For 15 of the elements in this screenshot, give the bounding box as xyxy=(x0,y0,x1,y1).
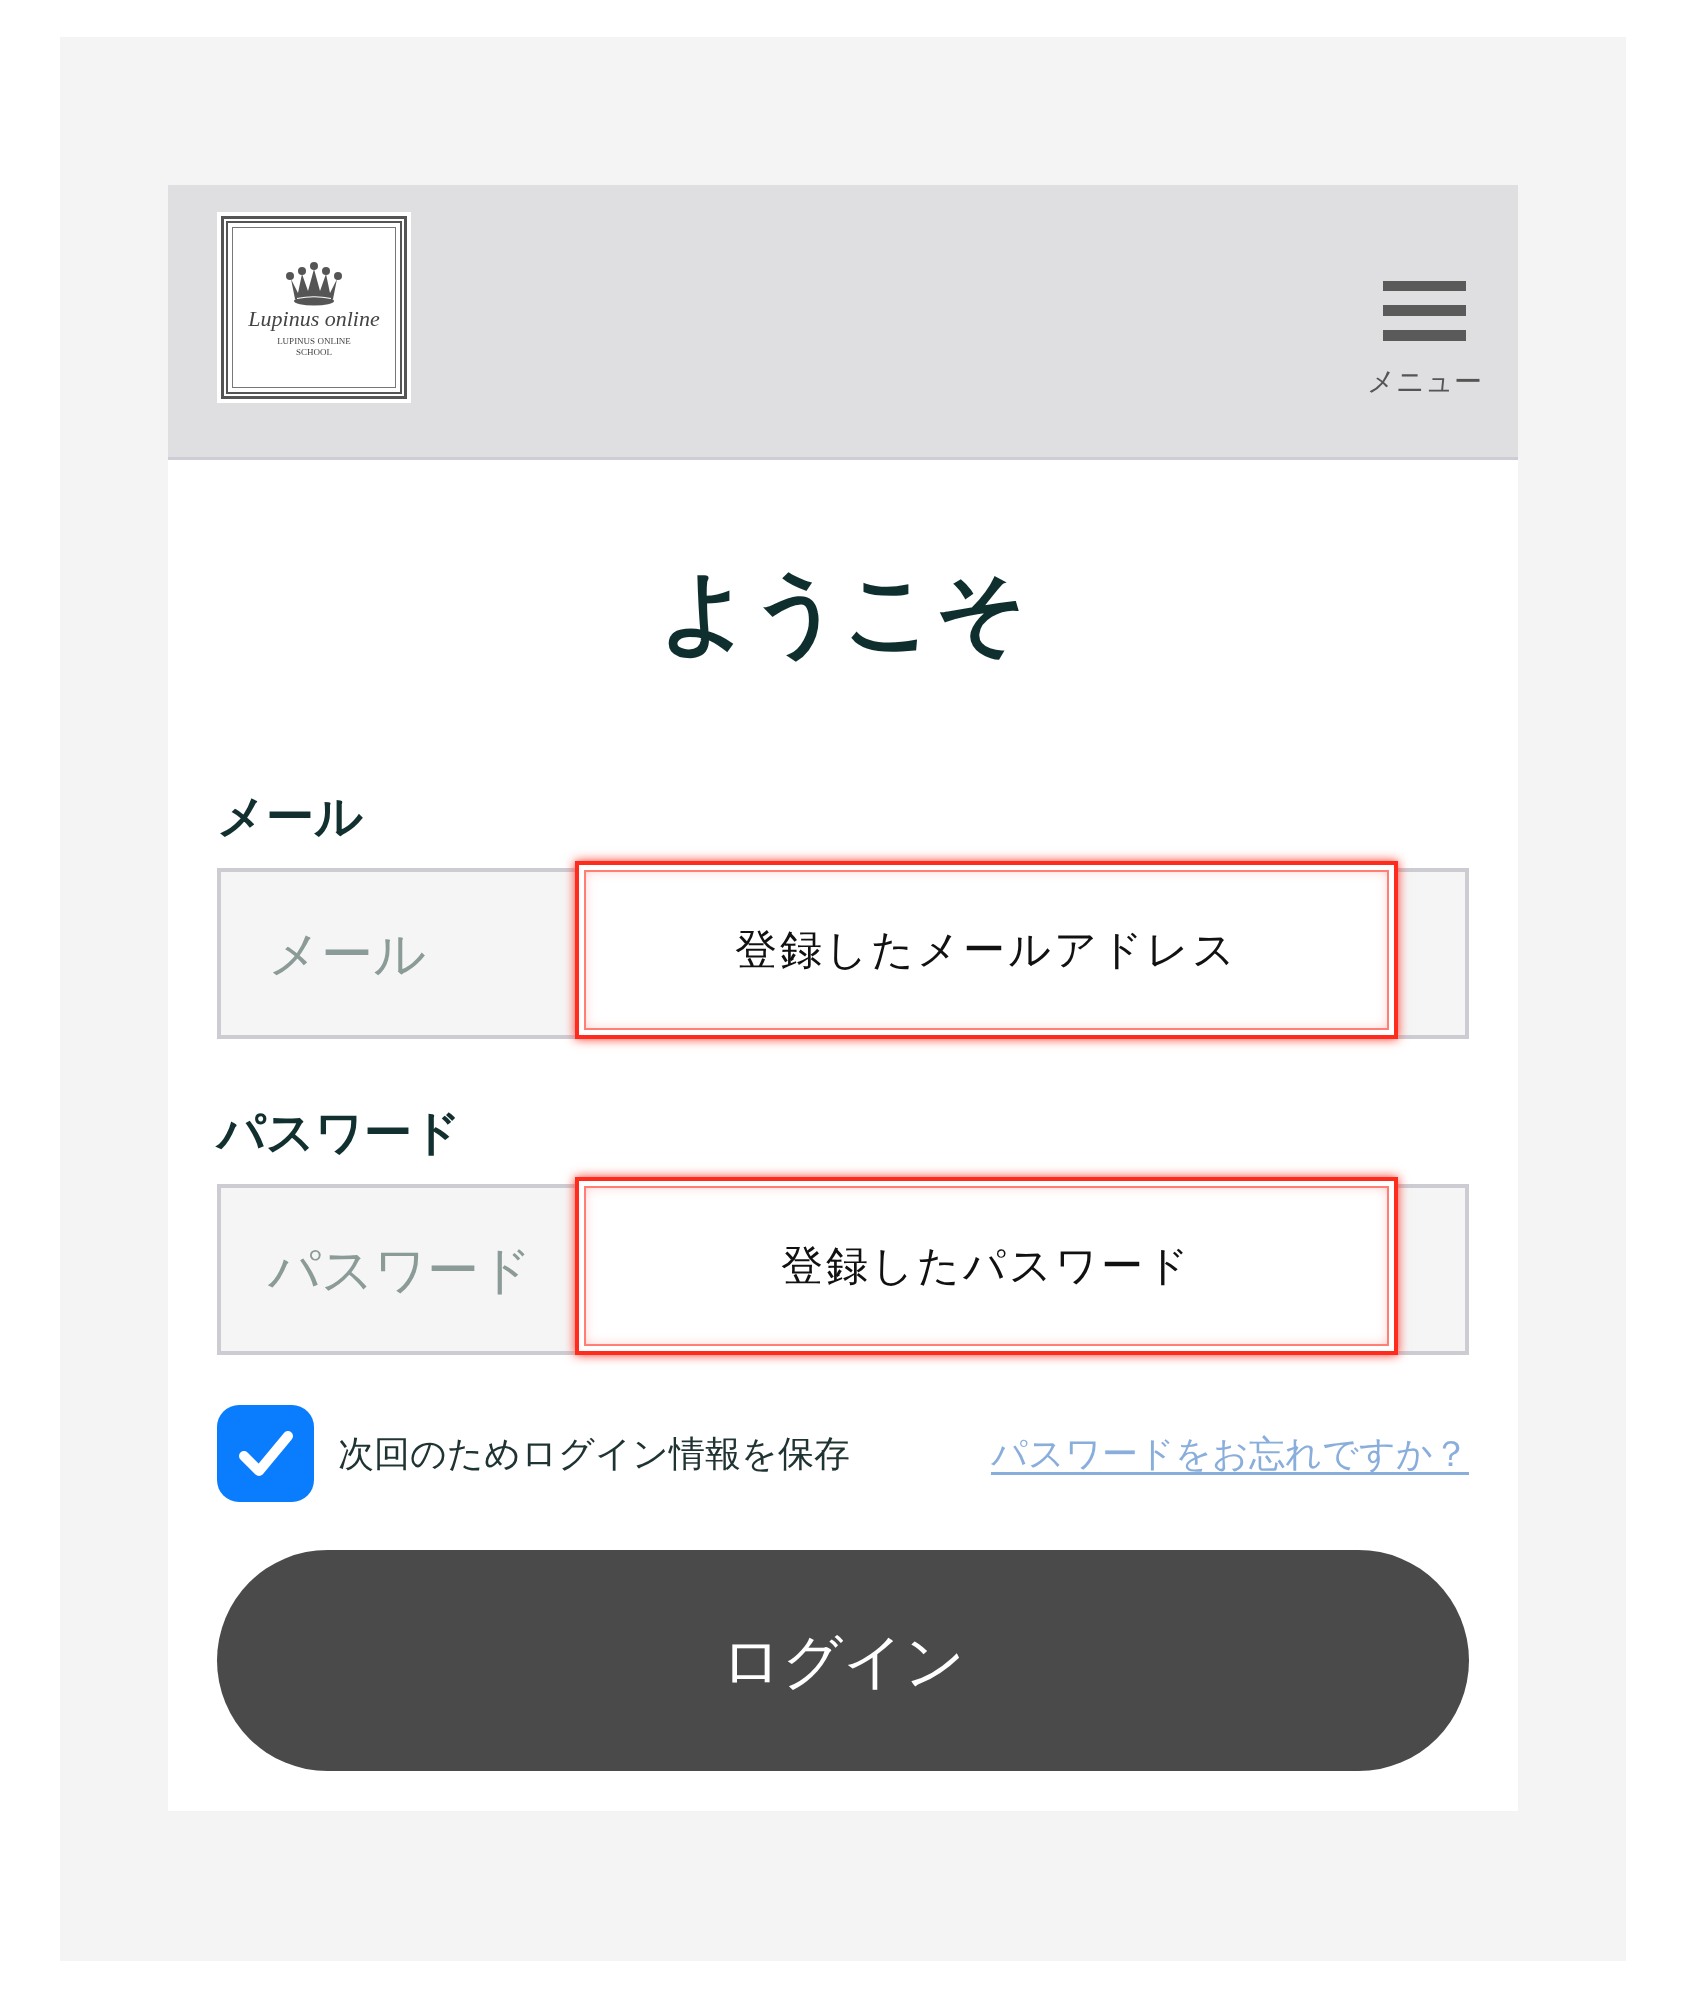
field-label: パスワード xyxy=(217,1103,461,1161)
menu-button[interactable]: メニュー xyxy=(1367,281,1482,397)
annotation-tooltip: 登録したパスワード xyxy=(575,1177,1398,1355)
menu-icon xyxy=(1383,281,1466,341)
logo[interactable]: Lupinus online LUPINUS ONLINE SCHOOL xyxy=(217,212,411,403)
checkbox[interactable] xyxy=(217,1405,314,1502)
checkmark-icon xyxy=(237,1429,294,1478)
field-label: メール xyxy=(217,787,363,845)
logo-subtitle: LUPINUS ONLINE SCHOOL xyxy=(276,335,352,358)
welcome-title: ようこそ xyxy=(659,558,1027,666)
annotation-tooltip: 登録したメールアドレス xyxy=(575,861,1398,1039)
remember-label: 次回のためログイン情報を保存 xyxy=(338,1433,850,1474)
login-button[interactable]: ログイン xyxy=(217,1550,1469,1771)
logo-script-text: Lupinus online xyxy=(248,305,380,332)
crown-icon xyxy=(285,261,343,306)
